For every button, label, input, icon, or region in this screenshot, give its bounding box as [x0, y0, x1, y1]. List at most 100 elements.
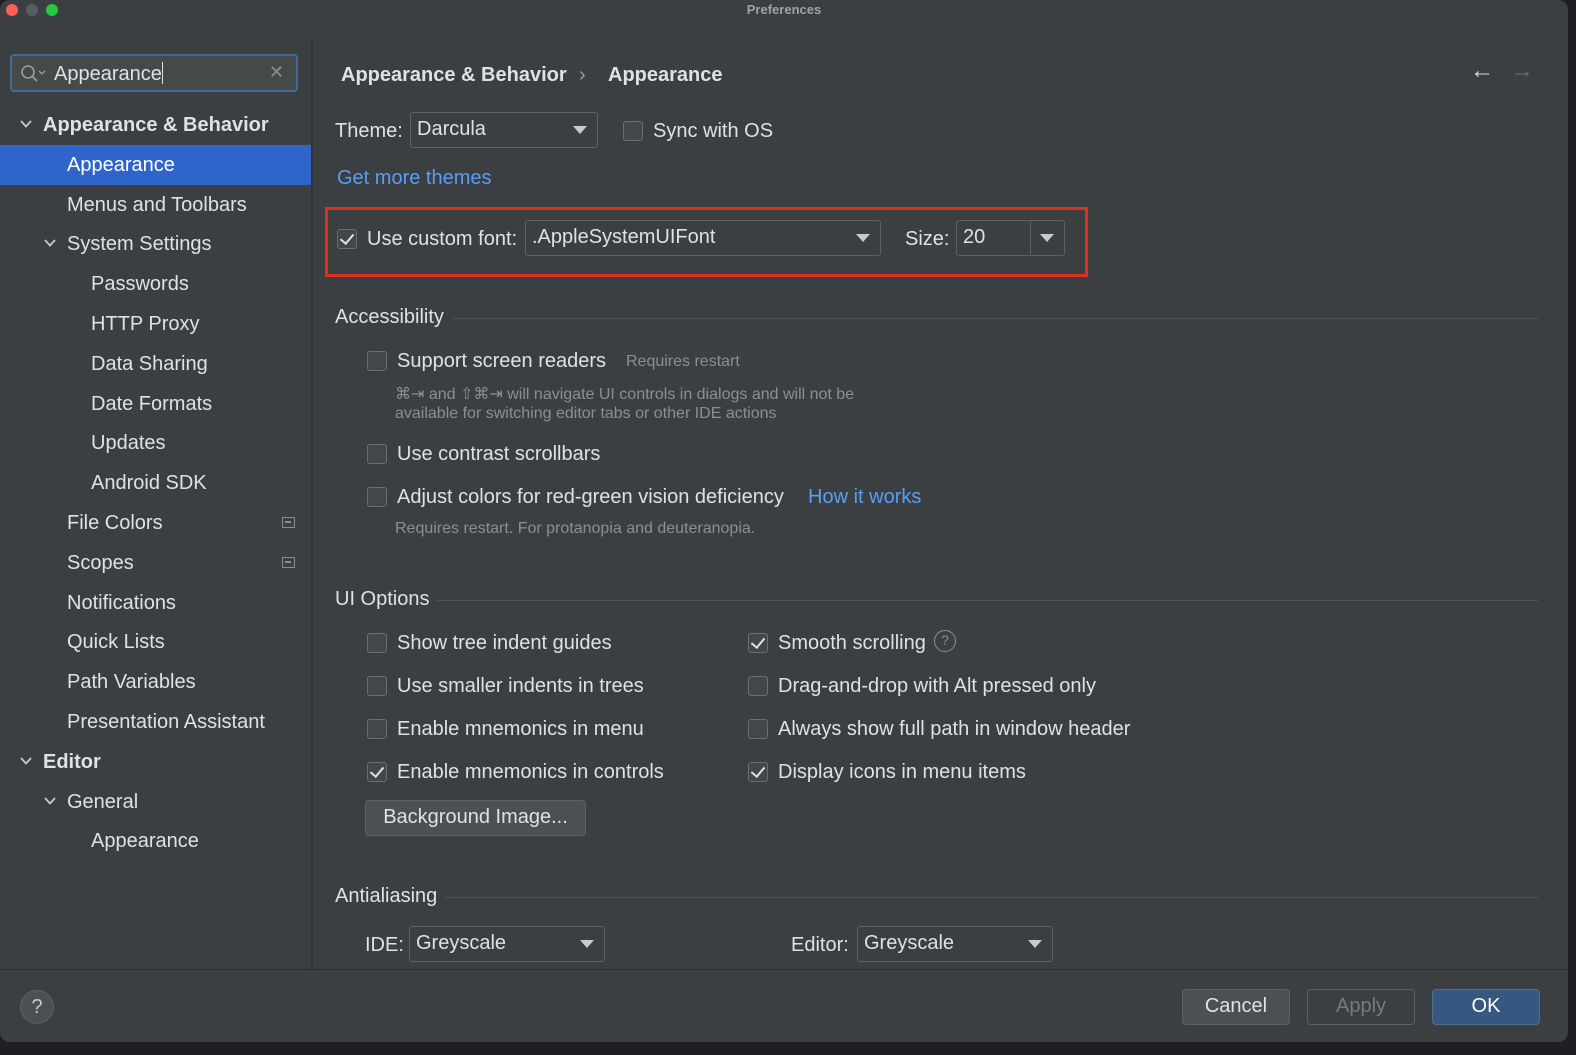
- menu-icons-checkbox[interactable]: [748, 762, 768, 782]
- requires-restart-note: Requires restart: [626, 353, 740, 370]
- tree-item-menus-and-toolbars[interactable]: Menus and Toolbars: [0, 185, 311, 225]
- font-dropdown[interactable]: .AppleSystemUIFont: [525, 220, 881, 256]
- font-size-combobox[interactable]: 20: [956, 220, 1065, 256]
- support-screen-readers-label: Support screen readers: [397, 350, 607, 372]
- drag-drop-alt-checkbox[interactable]: [748, 676, 768, 696]
- font-size-label: Size:: [905, 228, 950, 250]
- full-path-header-label: Always show full path in window header: [778, 718, 1131, 740]
- editor-antialiasing-dropdown[interactable]: Greyscale: [857, 926, 1053, 962]
- forward-arrow-icon[interactable]: →: [1510, 57, 1534, 85]
- tree-item-label: Editor: [43, 750, 101, 773]
- contrast-scrollbars-label: Use contrast scrollbars: [397, 443, 601, 465]
- help-icon[interactable]: ?: [934, 630, 956, 652]
- tree-item-system-settings[interactable]: System Settings: [0, 224, 311, 264]
- search-value: Appearance: [54, 62, 163, 85]
- chevron-down-icon[interactable]: [19, 754, 33, 768]
- tree-item-label: Updates: [91, 432, 166, 455]
- settings-sidebar: Appearance ✕ Appearance & Behavior Appear…: [0, 40, 311, 969]
- tree-item-android-sdk[interactable]: Android SDK: [0, 463, 311, 503]
- tree-item-quick-lists[interactable]: Quick Lists: [0, 622, 311, 662]
- chevron-down-icon: [580, 940, 594, 948]
- color-deficiency-checkbox[interactable]: [367, 487, 387, 507]
- tree-item-appearance[interactable]: Appearance: [0, 144, 311, 185]
- tree-item-editor[interactable]: Editor: [0, 742, 311, 782]
- smooth-scrolling-checkbox[interactable]: [748, 633, 768, 653]
- title-bar: Preferences: [0, 0, 1568, 40]
- tree-item-http-proxy[interactable]: HTTP Proxy: [0, 304, 311, 344]
- tree-item-file-colors[interactable]: File Colors: [0, 503, 311, 543]
- mnemonics-menu-label: Enable mnemonics in menu: [397, 718, 644, 740]
- chevron-down-icon[interactable]: [19, 117, 33, 131]
- tree-item-label: File Colors: [67, 512, 163, 534]
- theme-label: Theme:: [335, 120, 403, 142]
- section-divider: [453, 318, 1538, 319]
- use-custom-font-label: Use custom font:: [367, 228, 518, 250]
- tree-item-label: Appearance: [67, 153, 175, 176]
- get-more-themes-link[interactable]: Get more themes: [337, 167, 492, 190]
- mnemonics-controls-checkbox[interactable]: [367, 762, 387, 782]
- contrast-scrollbars-checkbox[interactable]: [367, 444, 387, 464]
- tree-indent-guides-label: Show tree indent guides: [397, 632, 612, 654]
- mnemonics-menu-checkbox[interactable]: [367, 719, 387, 739]
- tree-item-label: Passwords: [91, 273, 189, 296]
- section-divider: [437, 600, 1538, 601]
- use-custom-font-checkbox[interactable]: [337, 229, 357, 249]
- breadcrumb-parent[interactable]: Appearance & Behavior: [341, 64, 567, 87]
- clear-search-icon[interactable]: ✕: [269, 62, 284, 83]
- help-button[interactable]: ?: [20, 990, 54, 1024]
- tree-item-label: Appearance & Behavior: [43, 114, 269, 136]
- screen-readers-hint-line-2: available for switching editor tabs or o…: [395, 405, 777, 422]
- back-arrow-icon[interactable]: ←: [1470, 57, 1494, 85]
- tree-item-label: Presentation Assistant: [67, 711, 265, 733]
- theme-value: Darcula: [417, 118, 486, 140]
- tree-item-scopes[interactable]: Scopes: [0, 543, 311, 583]
- settings-panel: Appearance & Behavior › Appearance ← → T…: [313, 40, 1568, 969]
- combo-separator: [1030, 221, 1031, 254]
- full-path-header-checkbox[interactable]: [748, 719, 768, 739]
- tree-item-notifications[interactable]: Notifications: [0, 583, 311, 623]
- color-deficiency-label: Adjust colors for red-green vision defic…: [397, 486, 784, 508]
- cancel-button[interactable]: Cancel: [1182, 989, 1290, 1025]
- theme-dropdown[interactable]: Darcula: [410, 112, 598, 148]
- search-input[interactable]: Appearance ✕: [10, 54, 298, 92]
- ide-antialiasing-dropdown[interactable]: Greyscale: [409, 926, 605, 962]
- tree-item-updates[interactable]: Updates: [0, 423, 311, 463]
- sync-with-os-checkbox[interactable]: [623, 121, 643, 141]
- tree-item-label: Android SDK: [91, 472, 207, 495]
- background-image-button[interactable]: Background Image...: [365, 800, 586, 836]
- section-divider: [445, 897, 1538, 898]
- chevron-down-icon[interactable]: [1040, 234, 1054, 242]
- tree-item-presentation-assistant[interactable]: Presentation Assistant: [0, 702, 311, 742]
- screen-readers-hint-line-1: ⌘⇥ and ⇧⌘⇥ will navigate UI controls in …: [395, 386, 855, 403]
- tree-item-label: Quick Lists: [67, 631, 165, 654]
- tree-item-editor-appearance[interactable]: Appearance: [0, 821, 311, 861]
- menu-icons-label: Display icons in menu items: [778, 761, 1026, 783]
- smaller-indents-checkbox[interactable]: [367, 676, 387, 696]
- chevron-down-icon[interactable]: [43, 236, 57, 250]
- project-scope-icon: [282, 556, 295, 568]
- chevron-down-icon[interactable]: [43, 794, 57, 808]
- chevron-down-icon: [573, 126, 587, 134]
- apply-button[interactable]: Apply: [1307, 989, 1415, 1025]
- tree-item-label: Scopes: [67, 551, 134, 574]
- preferences-window: Preferences Appearance ✕ Appearance & Be…: [0, 0, 1568, 1042]
- antialiasing-heading: Antialiasing: [335, 885, 438, 907]
- tree-indent-guides-checkbox[interactable]: [367, 633, 387, 653]
- ok-button[interactable]: OK: [1432, 989, 1540, 1025]
- tree-item-date-formats[interactable]: Date Formats: [0, 384, 311, 424]
- how-it-works-link[interactable]: How it works: [808, 486, 921, 509]
- search-icon: [21, 65, 46, 82]
- tree-item-appearance-behavior[interactable]: Appearance & Behavior: [0, 105, 311, 145]
- tree-item-data-sharing[interactable]: Data Sharing: [0, 344, 311, 384]
- mnemonics-controls-label: Enable mnemonics in controls: [397, 761, 664, 783]
- editor-antialiasing-label: Editor:: [791, 934, 849, 956]
- tree-item-label: Path Variables: [67, 671, 196, 694]
- project-scope-icon: [282, 517, 295, 528]
- tree-item-passwords[interactable]: Passwords: [0, 264, 311, 304]
- tree-item-general[interactable]: General: [0, 782, 311, 822]
- ide-antialiasing-label: IDE:: [365, 934, 404, 956]
- drag-drop-alt-label: Drag-and-drop with Alt pressed only: [778, 675, 1096, 697]
- support-screen-readers-checkbox[interactable]: [367, 351, 387, 371]
- tree-item-path-variables[interactable]: Path Variables: [0, 662, 311, 702]
- font-size-value: 20: [963, 226, 986, 248]
